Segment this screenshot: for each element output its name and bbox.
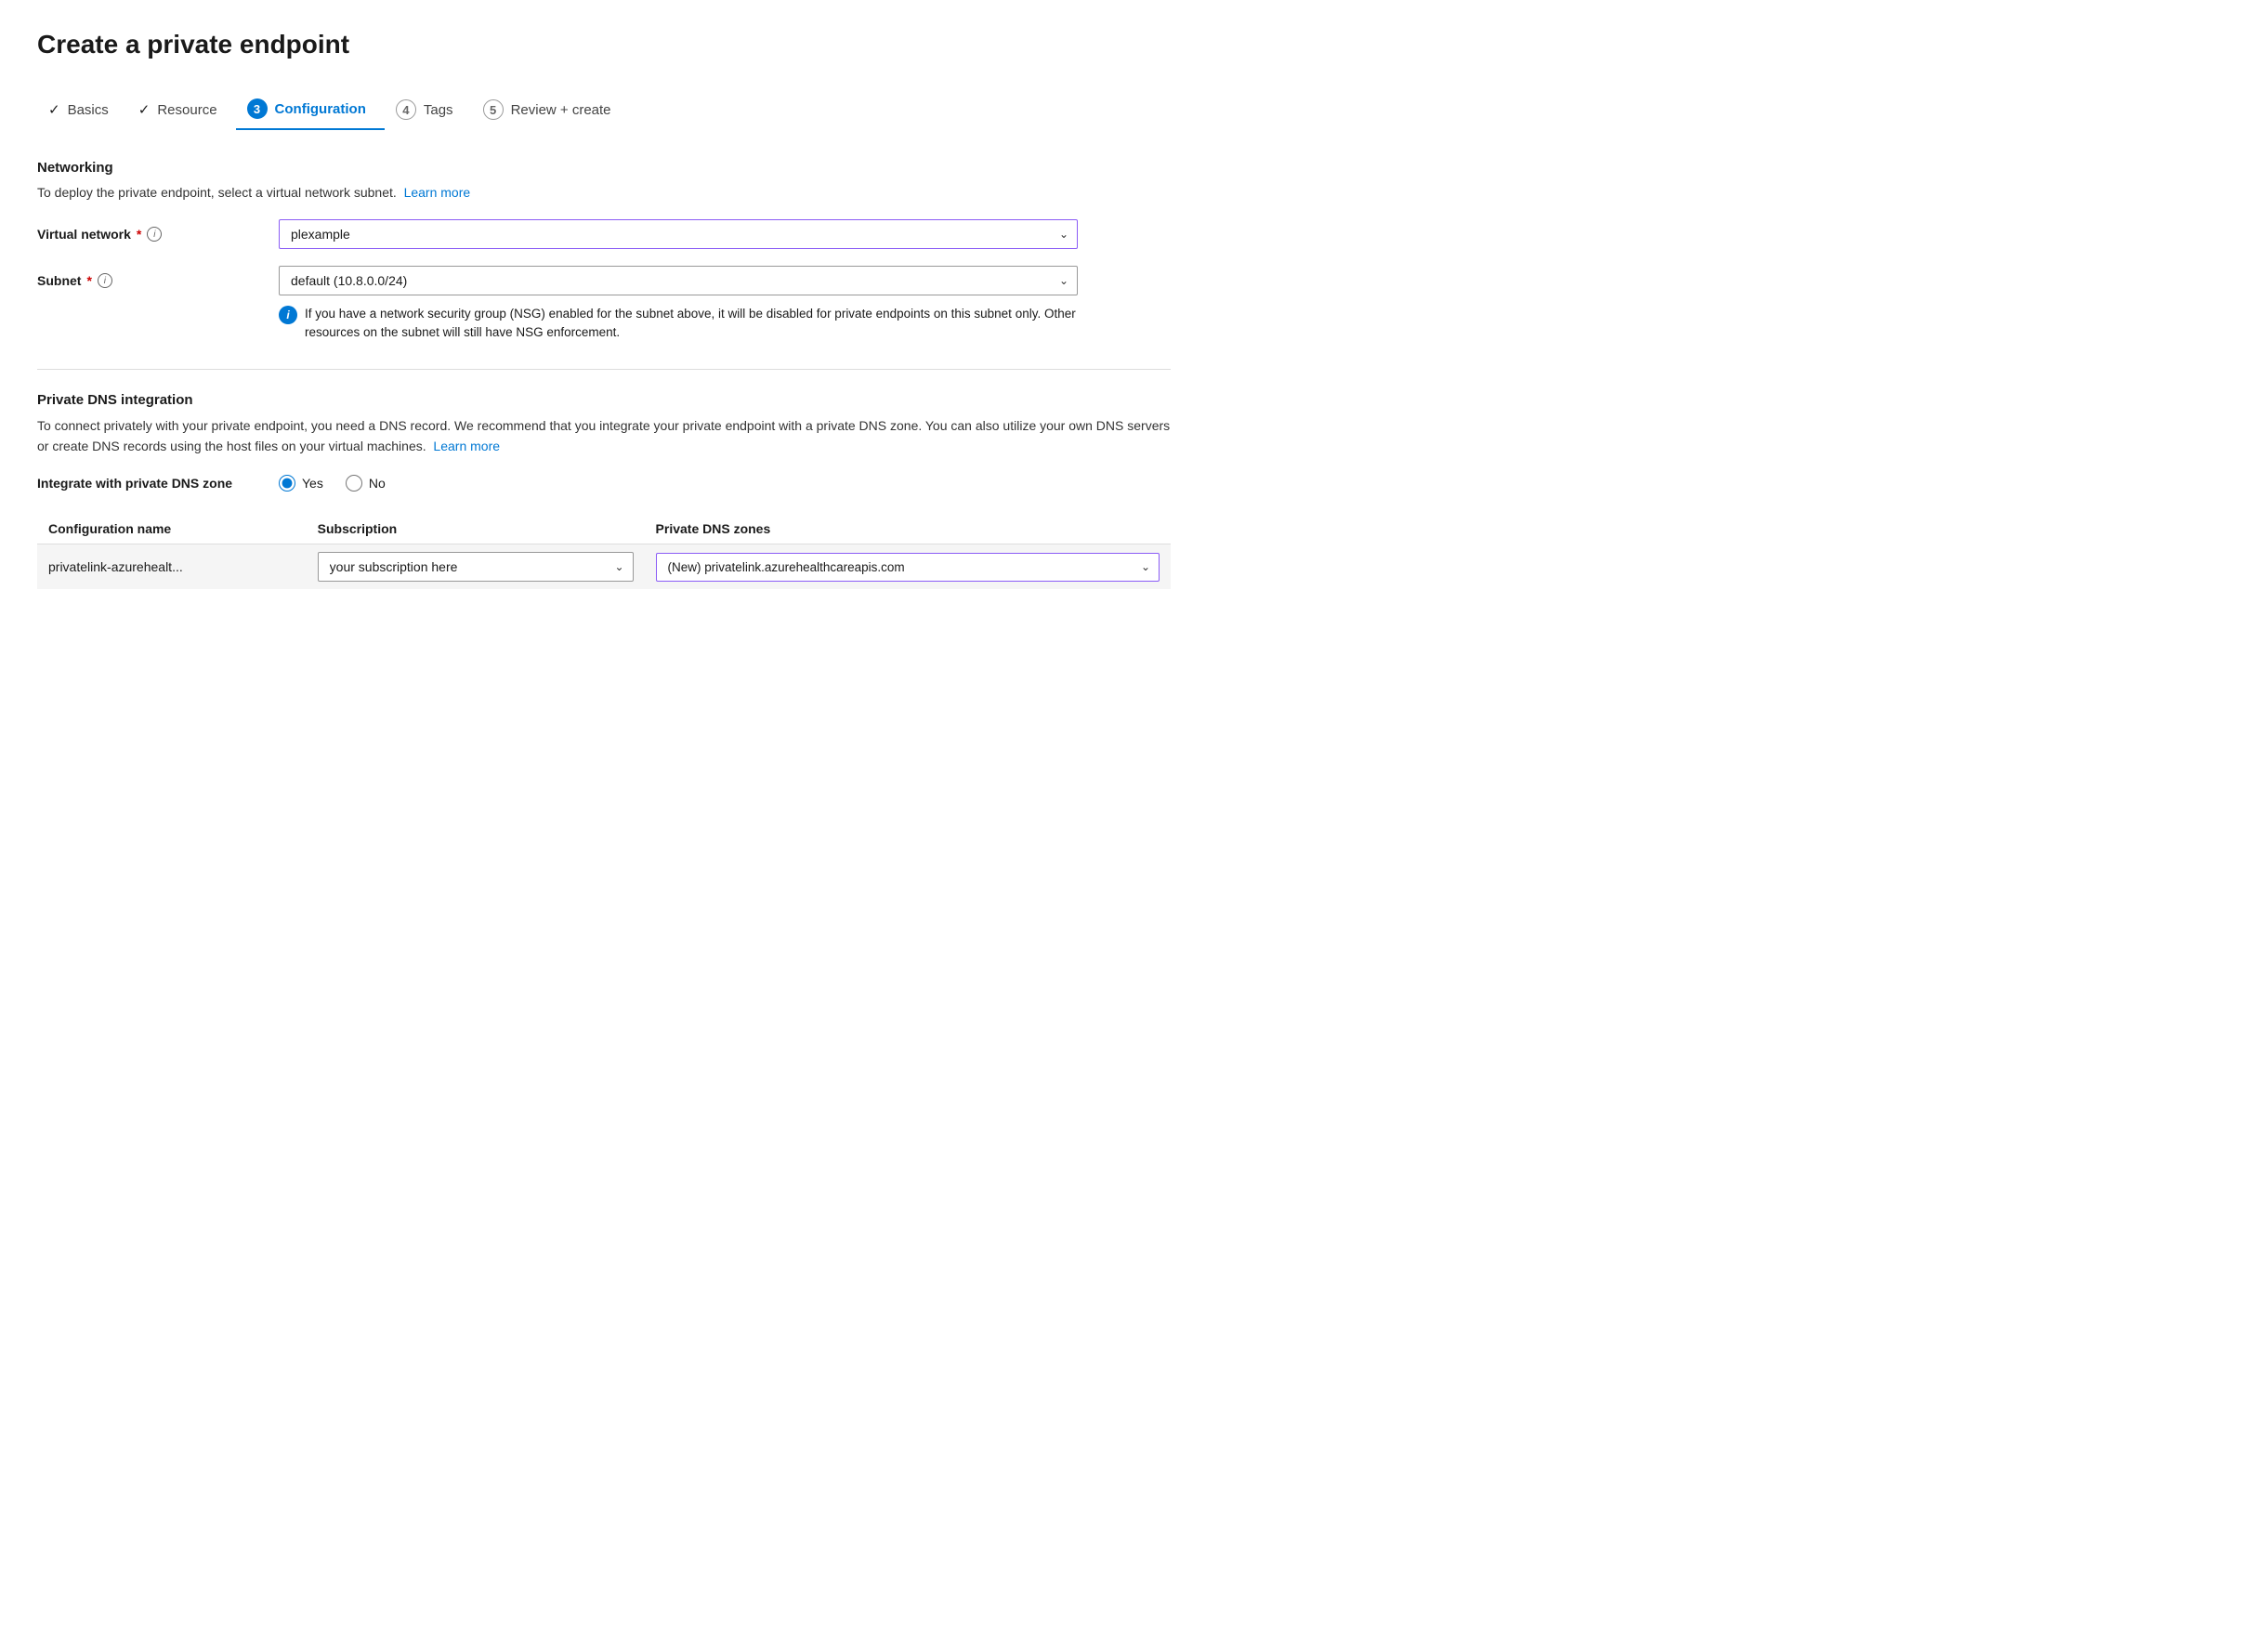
checkmark-icon-2: ✓ — [138, 101, 151, 118]
tab-review[interactable]: 5 Review + create — [472, 90, 630, 129]
networking-title: Networking — [37, 160, 1171, 176]
subscription-select[interactable]: your subscription here — [318, 552, 634, 582]
dns-zones-cell: (New) privatelink.azurehealthcareapis.co… — [645, 544, 1171, 590]
nsg-notice: i If you have a network security group (… — [279, 305, 1078, 343]
tab-basics-label: Basics — [68, 102, 109, 118]
nsg-notice-text: If you have a network security group (NS… — [305, 305, 1078, 343]
dns-zones-select[interactable]: (New) privatelink.azurehealthcareapis.co… — [656, 553, 1160, 582]
virtual-network-select-wrapper: plexample ⌄ — [279, 219, 1078, 249]
step-indicator-5: 5 — [483, 99, 504, 120]
subscription-select-wrapper: your subscription here ⌄ — [318, 552, 634, 582]
section-divider — [37, 369, 1171, 370]
col-config-name: Configuration name — [37, 514, 307, 544]
integrate-dns-row: Integrate with private DNS zone Yes No — [37, 475, 1171, 492]
subnet-info-icon[interactable]: i — [98, 273, 112, 288]
wizard-tabs: ✓ Basics ✓ Resource 3 Configuration 4 Ta… — [37, 89, 1171, 130]
radio-no-input[interactable] — [346, 475, 362, 492]
integrate-dns-label: Integrate with private DNS zone — [37, 476, 279, 491]
radio-yes-input[interactable] — [279, 475, 295, 492]
subscription-cell: your subscription here ⌄ — [307, 544, 645, 590]
radio-no-label: No — [369, 476, 386, 491]
tab-resource-label: Resource — [157, 102, 216, 118]
radio-options: Yes No — [279, 475, 386, 492]
col-dns-zones: Private DNS zones — [645, 514, 1171, 544]
checkmark-icon: ✓ — [48, 101, 60, 118]
step-indicator-4: 4 — [396, 99, 416, 120]
required-star-2: * — [86, 273, 91, 288]
dns-section-title: Private DNS integration — [37, 392, 1171, 408]
subnet-select[interactable]: default (10.8.0.0/24) — [279, 266, 1078, 295]
networking-section: Networking To deploy the private endpoin… — [37, 160, 1171, 343]
networking-learn-more-link[interactable]: Learn more — [404, 185, 471, 200]
radio-yes-label: Yes — [302, 476, 323, 491]
virtual-network-select[interactable]: plexample — [279, 219, 1078, 249]
subnet-label: Subnet * i — [37, 266, 279, 288]
config-name-value: privatelink-azurehealt... — [48, 559, 183, 574]
subnet-control: default (10.8.0.0/24) ⌄ i If you have a … — [279, 266, 1078, 343]
step-indicator-3: 3 — [247, 98, 268, 119]
virtual-network-row: Virtual network * i plexample ⌄ — [37, 219, 1171, 249]
dns-table-row: privatelink-azurehealt... your subscript… — [37, 544, 1171, 590]
dns-learn-more-link[interactable]: Learn more — [433, 439, 500, 453]
dns-table: Configuration name Subscription Private … — [37, 514, 1171, 589]
tab-configuration-label: Configuration — [275, 101, 366, 117]
dns-zones-select-wrapper: (New) privatelink.azurehealthcareapis.co… — [656, 553, 1160, 582]
config-name-cell: privatelink-azurehealt... — [37, 544, 307, 590]
virtual-network-control: plexample ⌄ — [279, 219, 1078, 249]
tab-review-label: Review + create — [511, 102, 611, 118]
tab-resource[interactable]: ✓ Resource — [127, 92, 236, 127]
nsg-info-icon: i — [279, 306, 297, 324]
dns-table-header-row: Configuration name Subscription Private … — [37, 514, 1171, 544]
virtual-network-info-icon[interactable]: i — [147, 227, 162, 242]
subnet-row: Subnet * i default (10.8.0.0/24) ⌄ i If … — [37, 266, 1171, 343]
tab-basics[interactable]: ✓ Basics — [37, 92, 127, 127]
radio-no-option[interactable]: No — [346, 475, 386, 492]
networking-description: To deploy the private endpoint, select a… — [37, 183, 1171, 203]
required-star: * — [137, 227, 141, 242]
tab-tags-label: Tags — [424, 102, 453, 118]
tab-configuration[interactable]: 3 Configuration — [236, 89, 385, 130]
dns-description: To connect privately with your private e… — [37, 415, 1171, 457]
dns-section: Private DNS integration To connect priva… — [37, 392, 1171, 590]
page-title: Create a private endpoint — [37, 30, 1171, 59]
radio-yes-option[interactable]: Yes — [279, 475, 323, 492]
col-subscription: Subscription — [307, 514, 645, 544]
subnet-select-wrapper: default (10.8.0.0/24) ⌄ — [279, 266, 1078, 295]
tab-tags[interactable]: 4 Tags — [385, 90, 472, 129]
virtual-network-label: Virtual network * i — [37, 219, 279, 242]
